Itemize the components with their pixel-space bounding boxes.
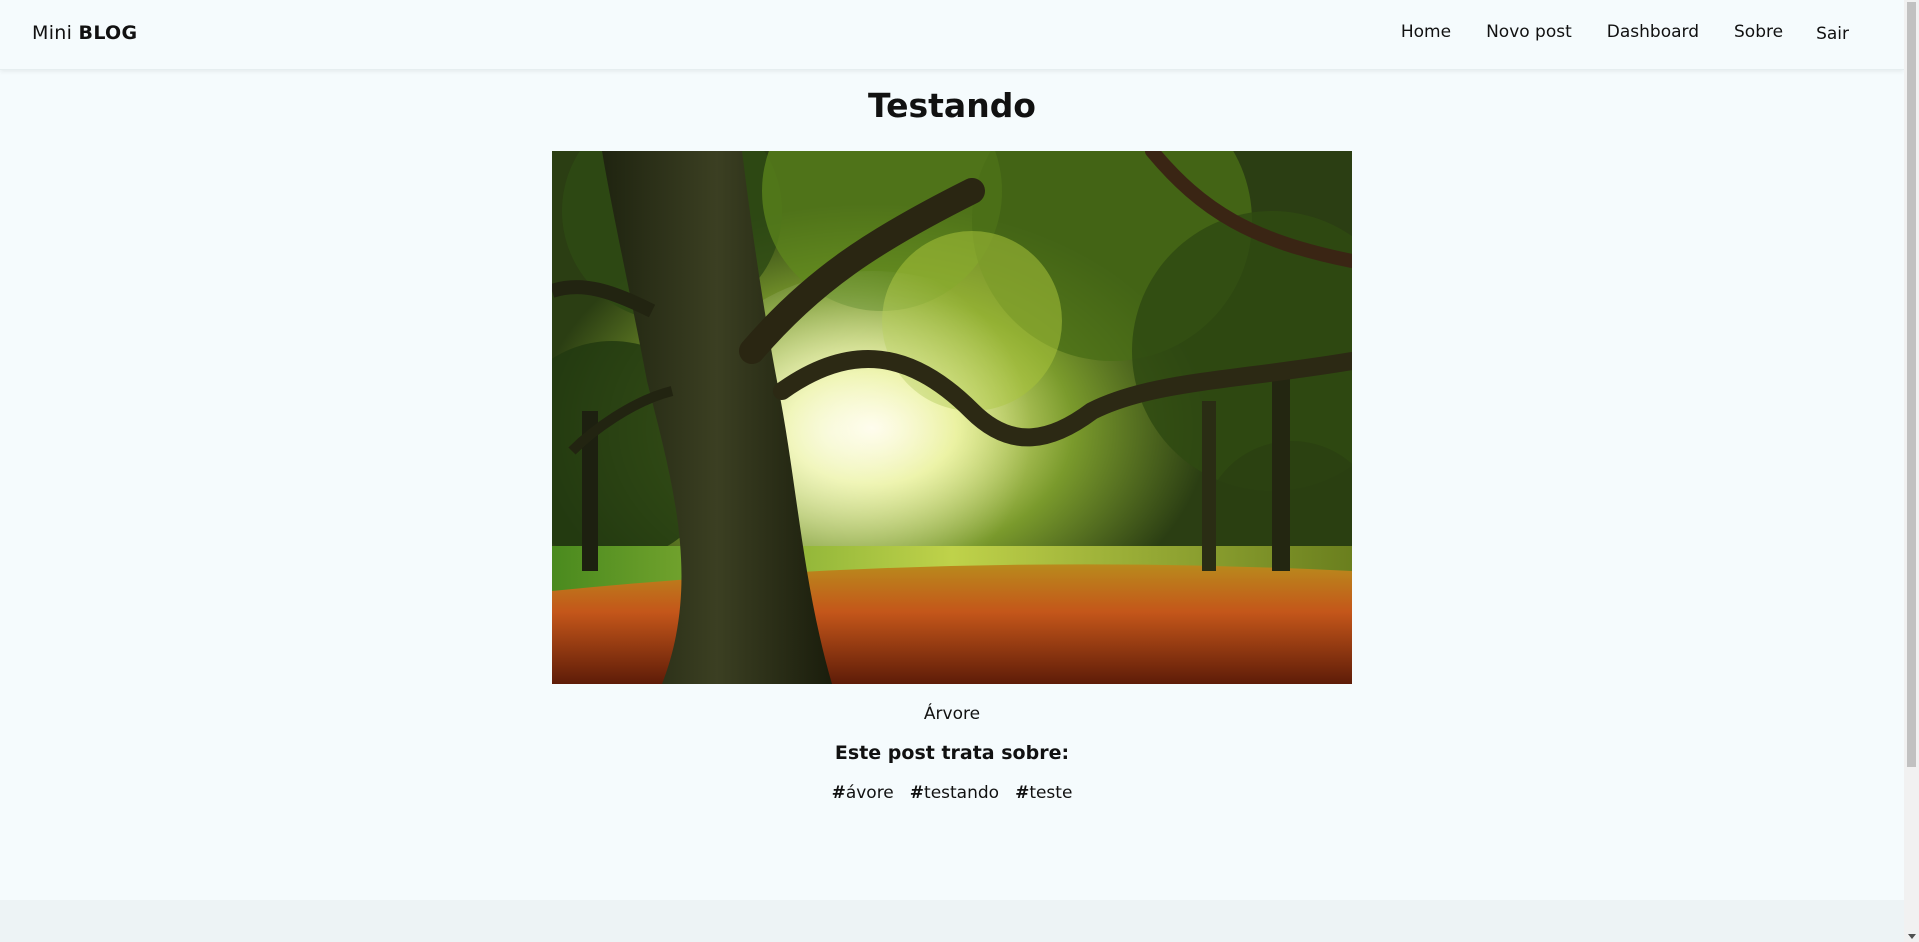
- nav-links: Home Novo post Dashboard Sobre Sair: [1366, 22, 1849, 44]
- tag-item: #testando: [909, 783, 1000, 803]
- nav-link-dashboard[interactable]: Dashboard: [1607, 22, 1699, 42]
- brand-light-text: Mini: [32, 22, 73, 44]
- scroll-down-arrow-icon[interactable]: [1908, 934, 1916, 939]
- footer: [0, 900, 1904, 942]
- tag-label: teste: [1029, 783, 1073, 803]
- tag-label: testando: [924, 783, 1000, 803]
- scrollbar-thumb[interactable]: [1907, 2, 1916, 767]
- tag-label: ávore: [845, 783, 894, 803]
- nav-link-about[interactable]: Sobre: [1734, 22, 1783, 42]
- page: Mini BLOG Home Novo post Dashboard Sobre…: [0, 0, 1904, 942]
- tag-item: #ávore: [831, 783, 894, 803]
- nav-link-new-post[interactable]: Novo post: [1486, 22, 1572, 42]
- vertical-scrollbar[interactable]: [1904, 0, 1919, 942]
- post-image: [552, 151, 1352, 684]
- tags-list: #ávore #testando #teste: [0, 783, 1904, 803]
- logout-button[interactable]: Sair: [1816, 24, 1849, 44]
- brand-bold-text: BLOG: [78, 22, 138, 44]
- nav-link-home[interactable]: Home: [1401, 22, 1451, 42]
- post-title: Testando: [868, 86, 1036, 125]
- tags-heading: Este post trata sobre:: [834, 742, 1070, 764]
- brand-logo[interactable]: Mini BLOG: [32, 22, 137, 44]
- navbar: Mini BLOG Home Novo post Dashboard Sobre…: [0, 0, 1904, 70]
- tag-item: #teste: [1015, 783, 1073, 803]
- image-caption: Árvore: [923, 704, 981, 724]
